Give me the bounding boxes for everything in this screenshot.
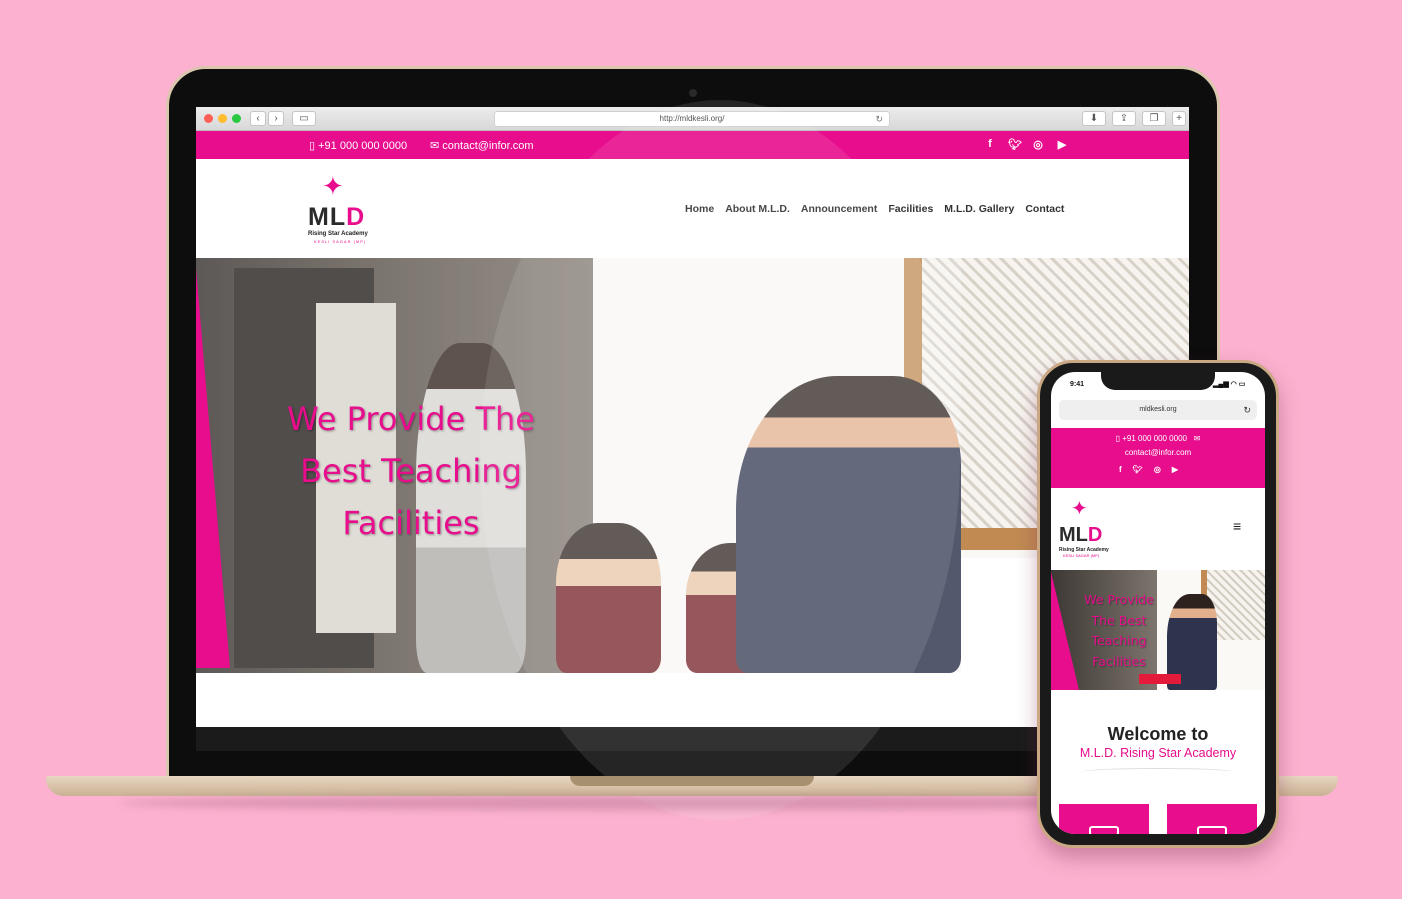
card-icon	[1089, 826, 1119, 834]
decorative-glare	[480, 100, 960, 820]
phone-icon: ▯	[1115, 434, 1121, 443]
nav-gallery[interactable]: M.L.D. Gallery	[944, 203, 1014, 215]
hero-accent-stripe	[196, 268, 230, 668]
sidebar-icon[interactable]: ▭	[292, 111, 316, 126]
mobile-hero-banner: We Provide The Best Teaching Facilities	[1051, 570, 1265, 690]
nav-contact[interactable]: Contact	[1025, 203, 1064, 215]
mobile-site-logo[interactable]: ✦ MLD Rising Star Academy KESLI SAGAR (M…	[1059, 496, 1121, 562]
back-icon[interactable]: ‹	[250, 111, 266, 126]
twitter-icon[interactable]: 🐦︎	[1133, 465, 1143, 474]
email-contact[interactable]: ✉ contact@infor.com	[430, 139, 534, 152]
logo-location: KESLI SAGAR (MP)	[314, 239, 367, 244]
tabs-icon[interactable]: ❐	[1142, 111, 1166, 126]
academy-name: M.L.D. Rising Star Academy	[1079, 746, 1237, 760]
mobile-url-bar[interactable]: mldkesli.org ↻	[1059, 400, 1257, 420]
logo-mark: MLD	[308, 203, 366, 231]
mobile-social-links: f 🐦︎ ◎ ▶	[1119, 465, 1178, 474]
mail-icon: ✉	[1189, 434, 1201, 443]
reload-icon[interactable]: ↻	[1243, 400, 1251, 420]
mobile-url-text: mldkesli.org	[1139, 406, 1177, 413]
logo-location: KESLI SAGAR (MP)	[1063, 553, 1100, 558]
laptop-notch	[570, 776, 814, 786]
status-time: 9:41	[1070, 381, 1085, 388]
logo-title: Rising Star Academy	[308, 231, 368, 237]
youtube-icon[interactable]: ▶	[1172, 465, 1178, 474]
star-logo-icon: ✦	[1071, 498, 1088, 520]
mail-icon: ✉	[430, 140, 440, 152]
instagram-icon[interactable]: ◎	[1154, 465, 1161, 474]
phone-screen: 9:41 ▂▄▆ ◠ ▭ mldkesli.org ↻ ▯ +91 000 00…	[1051, 372, 1265, 834]
facebook-icon[interactable]: f	[1119, 465, 1122, 474]
mobile-header: ✦ MLD Rising Star Academy KESLI SAGAR (M…	[1051, 488, 1265, 570]
twitter-icon[interactable]: 🐦︎	[1008, 138, 1022, 151]
mobile-contact-bar: ▯ +91 000 000 0000 ✉ contact@infor.com f…	[1051, 428, 1265, 488]
divider	[1081, 768, 1235, 776]
facebook-icon[interactable]: f	[984, 138, 996, 151]
forward-icon[interactable]: ›	[268, 111, 284, 126]
logo-mark: MLD	[1059, 524, 1103, 546]
phone-notch	[1101, 372, 1215, 390]
laptop-camera	[689, 89, 697, 97]
hero-accent-stripe	[1051, 572, 1079, 690]
reload-icon[interactable]: ↻	[875, 112, 883, 126]
phone-contact[interactable]: ▯ +91 000 000 0000	[309, 139, 407, 152]
mobile-hero-title: We Provide The Best Teaching Facilities	[1084, 592, 1154, 669]
social-links: f 🐦︎ ◎ ▶	[984, 138, 1068, 151]
email-address: contact@infor.com	[442, 140, 534, 152]
signal-battery-icon: ▂▄▆ ◠ ▭	[1213, 381, 1246, 388]
new-tab-icon[interactable]: +	[1172, 111, 1186, 126]
feature-card[interactable]	[1059, 804, 1149, 834]
minimize-window-button[interactable]	[218, 114, 227, 123]
close-window-button[interactable]	[204, 114, 213, 123]
instagram-icon[interactable]: ◎	[1032, 138, 1044, 151]
phone-icon: ▯	[309, 140, 316, 152]
youtube-icon[interactable]: ▶	[1056, 138, 1068, 151]
feature-card[interactable]	[1167, 804, 1257, 834]
welcome-heading: Welcome to	[1107, 724, 1209, 744]
zoom-window-button[interactable]	[232, 114, 241, 123]
download-icon[interactable]: ⬇	[1082, 111, 1106, 126]
mobile-phone-number[interactable]: +91 000 000 0000	[1122, 434, 1187, 443]
card-icon	[1197, 826, 1227, 834]
phone-number: +91 000 000 0000	[318, 140, 408, 152]
mobile-email-address[interactable]: contact@infor.com	[1051, 448, 1265, 457]
hamburger-menu-icon[interactable]: ≡	[1233, 518, 1241, 534]
share-icon[interactable]: ⇪	[1112, 111, 1136, 126]
site-logo[interactable]: ✦ MLD Rising Star Academy KESLI SAGAR (M…	[308, 171, 382, 249]
star-logo-icon: ✦	[322, 171, 344, 201]
